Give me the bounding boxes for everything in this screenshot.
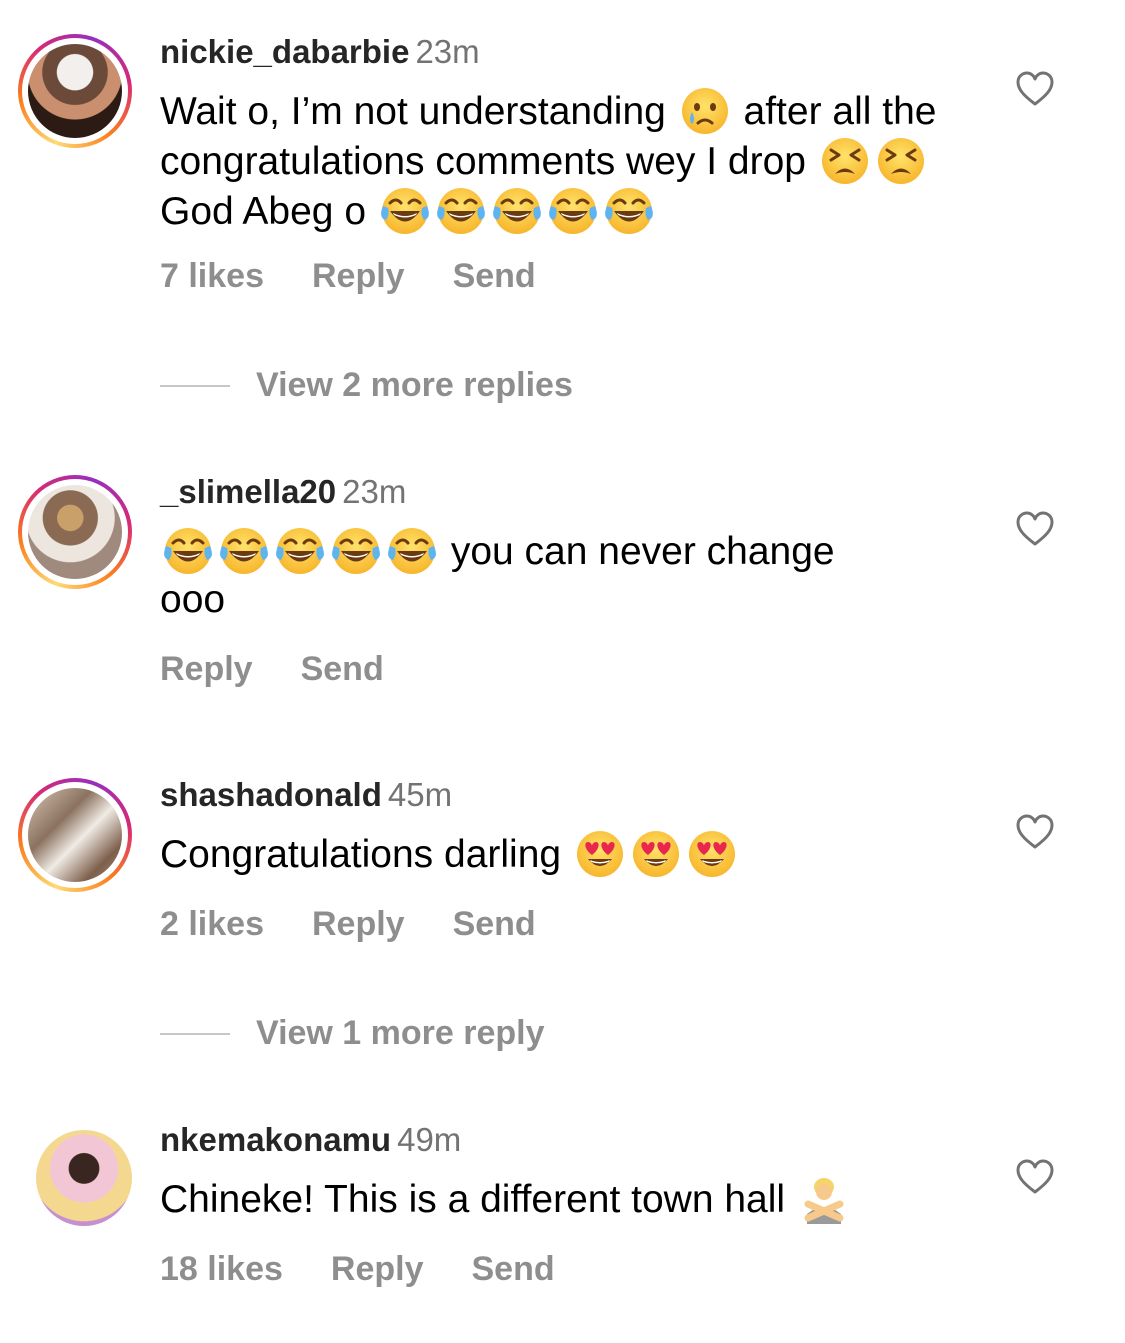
heart-eyes-emoji xyxy=(631,829,681,879)
tears-of-joy-emoji xyxy=(548,186,598,236)
comment-header: nkemakonamu 49m xyxy=(160,1120,461,1160)
comment-text: you can never change ooo xyxy=(160,526,980,624)
send-button[interactable]: Send xyxy=(453,257,536,295)
likes-count[interactable]: 2 likes xyxy=(160,905,264,943)
comment-text-part: ooo xyxy=(160,578,226,621)
comment-text-part: Chineke! This is a different town hall xyxy=(160,1178,786,1221)
comment-text: Chineke! This is a different town hall xyxy=(160,1174,980,1224)
heart-eyes-emoji xyxy=(687,829,737,879)
avatar[interactable] xyxy=(28,485,122,579)
comment-text-part: Congratulations darling xyxy=(160,833,562,876)
likes-count[interactable]: 7 likes xyxy=(160,257,264,295)
reply-button[interactable]: Reply xyxy=(312,905,405,943)
send-button[interactable]: Send xyxy=(453,905,536,943)
comment-item: shashadonald 45m Congratulations darling … xyxy=(0,743,1125,1073)
reply-button[interactable]: Reply xyxy=(331,1250,424,1288)
comment-actions: Reply Send xyxy=(160,649,432,689)
like-heart-icon[interactable] xyxy=(1015,812,1055,852)
comment-header: nickie_dabarbie 23m xyxy=(160,32,480,72)
username[interactable]: shashadonald xyxy=(160,776,382,813)
tired-face-emoji xyxy=(820,136,870,186)
comment-item: nkemakonamu 49m Chineke! This is a differ… xyxy=(0,1088,1125,1343)
avatar-story-ring[interactable] xyxy=(18,475,132,589)
comment-item: _slimella20 23m you can never change ooo … xyxy=(0,440,1125,740)
avatar-story-ring[interactable] xyxy=(18,34,132,148)
avatar-story-ring[interactable] xyxy=(18,778,132,892)
view-more-replies-label[interactable]: View 2 more replies xyxy=(256,365,573,405)
tears-of-joy-emoji xyxy=(275,526,325,576)
tired-face-emoji xyxy=(876,136,926,186)
replies-divider xyxy=(160,385,230,387)
timestamp: 23m xyxy=(415,33,480,70)
comment-text-part: Wait o, I’m not understanding xyxy=(160,90,666,133)
tears-of-joy-emoji xyxy=(604,186,654,236)
reply-button[interactable]: Reply xyxy=(312,257,405,295)
like-heart-icon[interactable] xyxy=(1015,1157,1055,1197)
timestamp: 23m xyxy=(342,473,407,510)
send-button[interactable]: Send xyxy=(301,650,384,688)
comment-text: Congratulations darling xyxy=(160,829,980,879)
comment-text-part: you can never change xyxy=(450,530,835,573)
comment-actions: 7 likes Reply Send xyxy=(160,256,584,296)
comment-actions: 2 likes Reply Send xyxy=(160,904,584,944)
heart-eyes-emoji xyxy=(575,829,625,879)
comment-text: Wait o, I’m not understanding after all … xyxy=(160,86,980,236)
tears-of-joy-emoji xyxy=(331,526,381,576)
comment-actions: 18 likes Reply Send xyxy=(160,1249,603,1289)
avatar-container[interactable] xyxy=(18,1112,132,1226)
timestamp: 45m xyxy=(387,776,453,813)
avatar[interactable] xyxy=(28,44,122,138)
send-button[interactable]: Send xyxy=(471,1250,554,1288)
reply-button[interactable]: Reply xyxy=(160,650,253,688)
comment-text-part: God Abeg o xyxy=(160,190,367,233)
tears-of-joy-emoji xyxy=(380,186,430,236)
comment-header: shashadonald 45m xyxy=(160,775,452,815)
replies-divider xyxy=(160,1033,230,1035)
comment-header: _slimella20 23m xyxy=(160,472,406,512)
comment-item: nickie_dabarbie 23m Wait o, I’m not under… xyxy=(0,0,1125,430)
tears-of-joy-emoji xyxy=(387,526,437,576)
avatar[interactable] xyxy=(28,788,122,882)
timestamp: 49m xyxy=(397,1121,462,1158)
tears-of-joy-emoji xyxy=(492,186,542,236)
username[interactable]: _slimella20 xyxy=(160,473,336,510)
person-gesturing-no-emoji xyxy=(799,1174,849,1224)
tears-of-joy-emoji xyxy=(219,526,269,576)
username[interactable]: nickie_dabarbie xyxy=(160,33,409,70)
view-more-replies-label[interactable]: View 1 more reply xyxy=(256,1013,545,1053)
username[interactable]: nkemakonamu xyxy=(160,1121,391,1158)
avatar[interactable] xyxy=(36,1130,132,1226)
like-heart-icon[interactable] xyxy=(1015,509,1055,549)
likes-count[interactable]: 18 likes xyxy=(160,1250,283,1288)
tears-of-joy-emoji xyxy=(436,186,486,236)
crying-face-emoji xyxy=(680,86,730,136)
tears-of-joy-emoji xyxy=(163,526,213,576)
like-heart-icon[interactable] xyxy=(1015,69,1055,109)
